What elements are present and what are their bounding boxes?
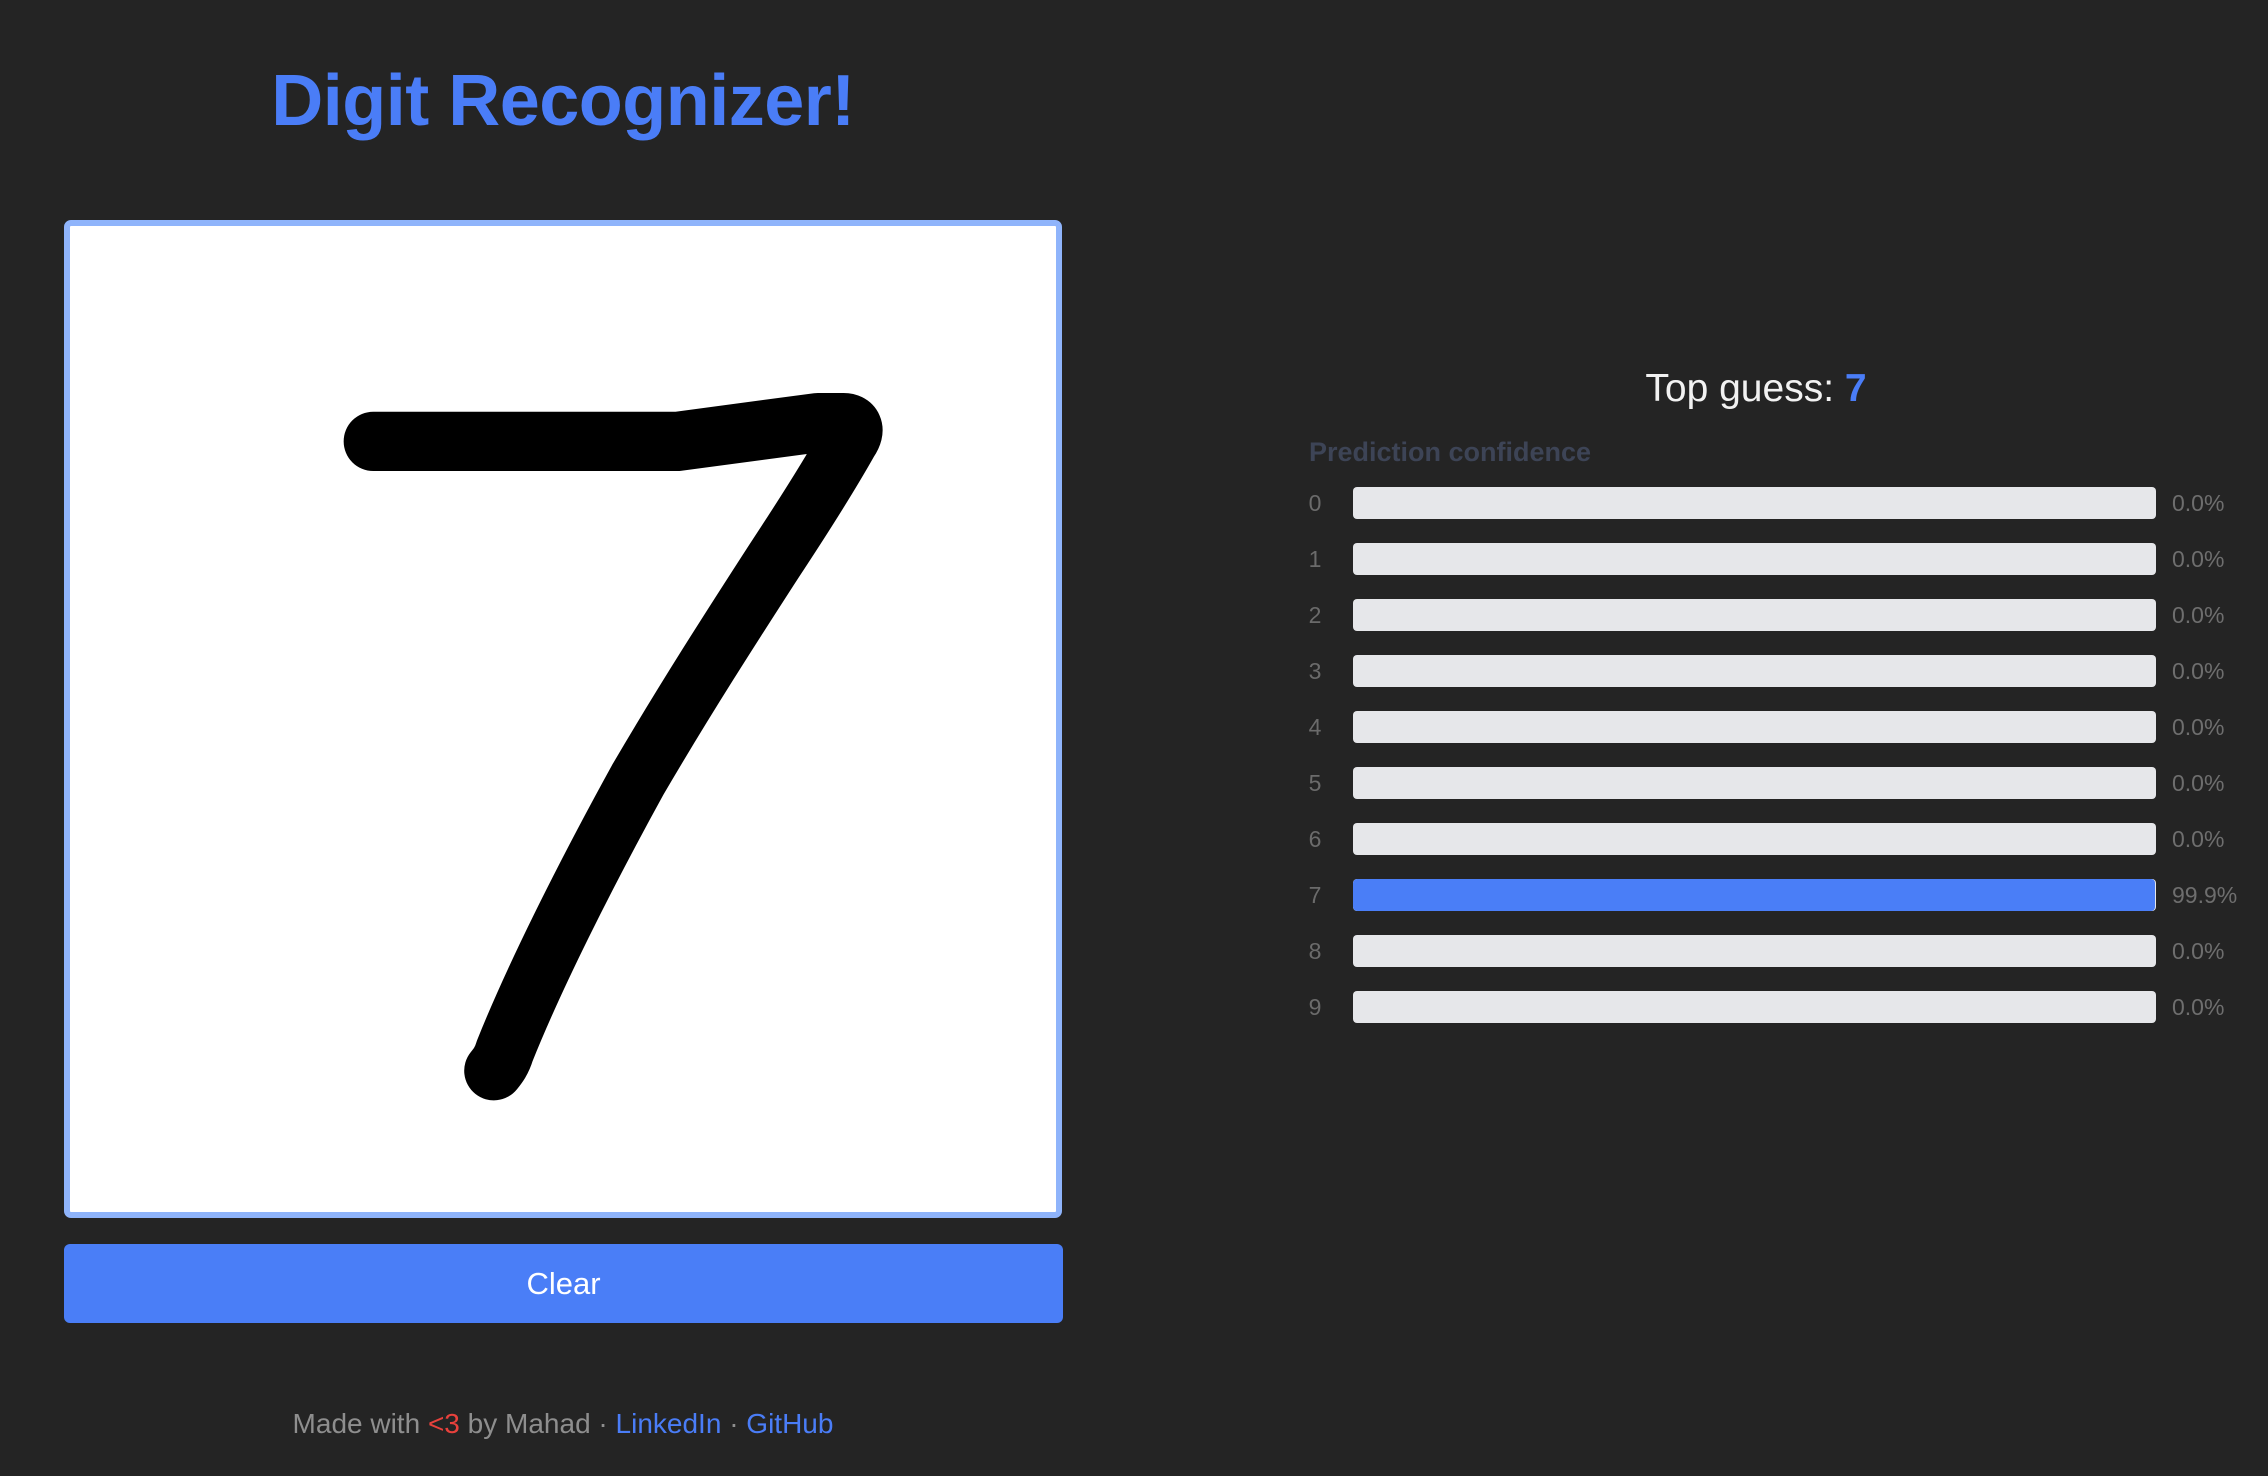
confidence-value: 0.0% [2172,770,2225,796]
confidence-value: 99.9% [2172,882,2238,908]
confidence-value: 0.0% [2172,994,2225,1020]
page-title: Digit Recognizer! [271,61,855,141]
confidence-bar-track [1353,767,2156,799]
confidence-row-2: 2 0.0% [1300,598,2268,632]
confidence-digit: 2 [1308,602,1322,628]
footer-made-with: Made with [292,1408,421,1439]
confidence-value: 0.0% [2172,938,2225,964]
top-guess-value: 7 [1844,367,1867,410]
confidence-bar-track [1353,879,2156,911]
confidence-row-7: 7 99.9% [1300,878,2268,912]
confidence-title: Prediction confidence [1309,437,1592,467]
confidence-digit: 8 [1308,938,1322,964]
confidence-value: 0.0% [2172,826,2225,852]
footer: Made with <3 by Mahad · LinkedIn · GitHu… [0,1404,1126,1444]
digit-drawing [343,392,883,1101]
github-link[interactable]: GitHub [746,1408,833,1439]
confidence-row-4: 4 0.0% [1300,710,2268,744]
confidence-row-6: 6 0.0% [1300,822,2268,856]
confidence-bar-track [1353,991,2156,1023]
confidence-value: 0.0% [2172,602,2225,628]
confidence-digit: 6 [1308,826,1322,852]
confidence-bar-track [1353,935,2156,967]
confidence-digit: 4 [1308,714,1322,740]
confidence-bar-track [1353,599,2156,631]
confidence-digit: 9 [1308,994,1322,1020]
confidence-value: 0.0% [2172,714,2225,740]
confidence-bar-track [1353,711,2156,743]
confidence-row-5: 5 0.0% [1300,766,2268,800]
top-guess-label: Top guess: [1645,367,1835,410]
confidence-row-8: 8 0.0% [1300,934,2268,968]
footer-heart: <3 [427,1408,460,1439]
confidence-value: 0.0% [2172,490,2225,516]
confidence-value: 0.0% [2172,658,2225,684]
confidence-digit: 3 [1308,658,1322,684]
confidence-row-3: 3 0.0% [1300,654,2268,688]
drawing-canvas[interactable] [64,220,1062,1218]
footer-separator: · [598,1408,608,1439]
confidence-row-0: 0 0.0% [1300,486,2268,520]
confidence-digit: 1 [1308,546,1322,572]
confidence-bar-track [1353,487,2156,519]
top-guess: Top guess: 7 [1300,364,2212,414]
confidence-bar-fill [1353,879,2156,911]
confidence-digit: 5 [1308,770,1322,796]
confidence-bar-track [1353,543,2156,575]
confidence-row-9: 9 0.0% [1300,990,2268,1024]
confidence-digit: 7 [1308,882,1322,908]
confidence-bar-track [1353,823,2156,855]
confidence-bar-track [1353,655,2156,687]
footer-author: by Mahad [467,1408,591,1439]
footer-separator: · [729,1408,739,1439]
clear-button[interactable]: Clear [64,1244,1063,1323]
confidence-digit: 0 [1308,490,1322,516]
confidence-row-1: 1 0.0% [1300,542,2268,576]
linkedin-link[interactable]: LinkedIn [616,1408,722,1439]
confidence-value: 0.0% [2172,546,2225,572]
